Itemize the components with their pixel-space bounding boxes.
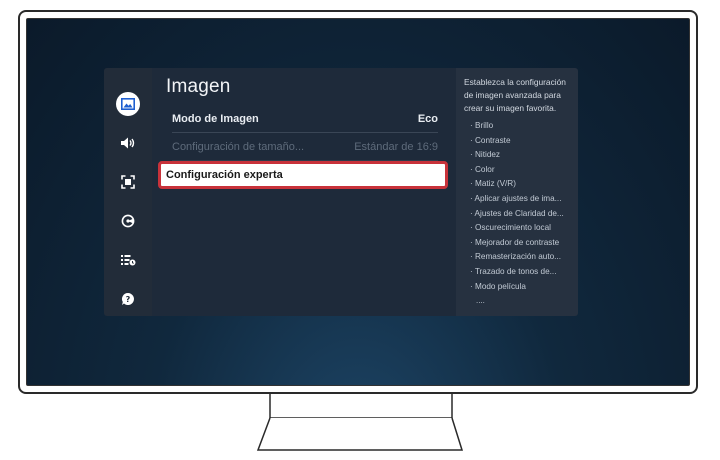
expert-settings-label: Configuración experta	[166, 169, 283, 181]
settings-menu: ? Imagen Modo de Imagen Eco Configuració…	[104, 68, 578, 316]
sound-icon[interactable]	[116, 131, 140, 155]
support-icon[interactable]	[116, 209, 140, 233]
page-title: Imagen	[166, 76, 231, 97]
picture-size-value: Estándar de 16:9	[354, 141, 438, 153]
list-item: · Remasterización auto...	[470, 252, 562, 262]
info-description: Establezca la configuración de imagen av…	[464, 77, 566, 113]
icon-rail: ?	[104, 68, 152, 316]
list-item: · Color	[470, 164, 495, 174]
list-item: · Aplicar ajustes de ima...	[470, 193, 562, 203]
list-item: · Matiz (V/R)	[470, 179, 516, 189]
svg-text:?: ?	[126, 295, 131, 304]
list-item: · Modo película	[470, 281, 526, 291]
list-item: · Contraste	[470, 135, 511, 145]
info-list: · Brillo · Contraste · Nitidez · Color ·…	[470, 119, 576, 294]
picture-mode-label: Modo de Imagen	[172, 113, 259, 125]
list-item: · Trazado de tonos de...	[470, 266, 557, 276]
picture-size-label: Configuración de tamaño...	[172, 141, 305, 153]
general-icon[interactable]	[116, 248, 140, 272]
list-item: · Brillo	[470, 121, 494, 130]
picture-icon[interactable]	[116, 92, 140, 116]
list-item: · Nitidez	[470, 150, 501, 160]
picture-settings-panel: Imagen Modo de Imagen Eco Configuración …	[152, 68, 456, 316]
picture-mode-value: Eco	[417, 113, 438, 125]
info-more: ....	[476, 296, 485, 305]
picture-mode-row[interactable]: Modo de Imagen Eco	[172, 106, 438, 133]
list-item: · Ajustes de Claridad de...	[470, 208, 564, 218]
expert-settings-row[interactable]: Configuración experta	[158, 161, 448, 189]
picture-size-row: Configuración de tamaño... Estándar de 1…	[172, 134, 438, 161]
connection-icon[interactable]	[116, 170, 140, 194]
info-panel: Establezca la configuración de imagen av…	[456, 68, 578, 316]
list-item: · Oscurecimiento local	[470, 223, 551, 233]
list-item: · Mejorador de contraste	[470, 237, 560, 247]
help-icon[interactable]: ?	[116, 287, 140, 311]
